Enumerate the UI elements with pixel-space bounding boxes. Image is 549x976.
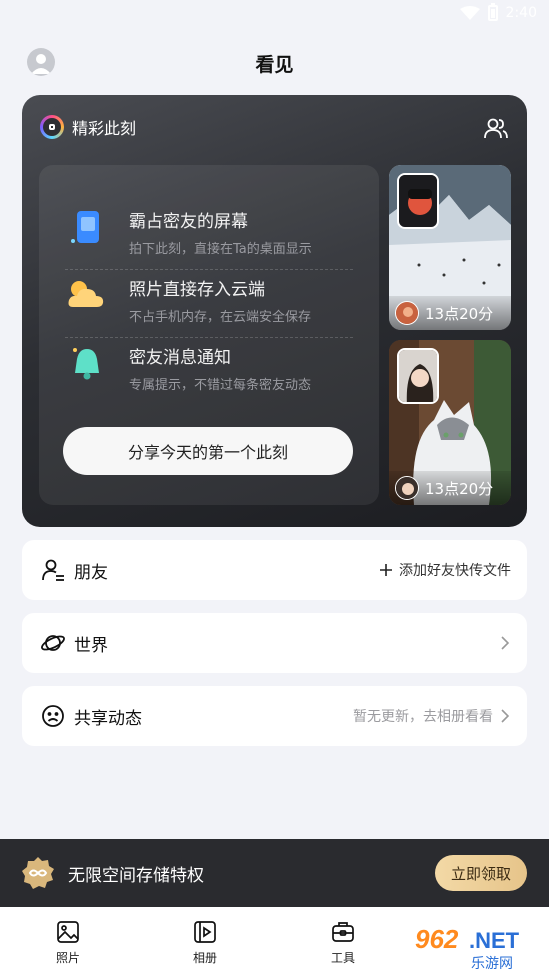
friend-icon bbox=[42, 559, 64, 581]
nav-album-label: 相册 bbox=[192, 951, 217, 965]
svg-text:乐游网: 乐游网 bbox=[471, 956, 513, 972]
chevron-right-icon bbox=[501, 709, 510, 723]
face-icon bbox=[42, 705, 64, 727]
friends-title: 朋友 bbox=[74, 562, 108, 583]
sender-avatar bbox=[395, 301, 419, 325]
phone-icon bbox=[71, 211, 99, 243]
shared-activity-hint: 暂无更新，去相册看看 bbox=[353, 709, 493, 725]
page-title: 看见 bbox=[255, 54, 294, 76]
planet-icon bbox=[41, 635, 65, 651]
feature-title: 密友消息通知 bbox=[129, 348, 231, 368]
friend-thumbnail bbox=[397, 173, 439, 229]
share-moment-button[interactable]: 分享今天的第一个此刻 bbox=[63, 427, 353, 475]
feature-title: 霸占密友的屏幕 bbox=[129, 212, 248, 232]
friends-icon[interactable] bbox=[483, 115, 509, 141]
status-time: 2:40 bbox=[505, 5, 537, 21]
infinity-badge-icon bbox=[22, 857, 54, 889]
status-icons: 2:40 bbox=[459, 3, 537, 21]
photo-icon bbox=[57, 921, 79, 943]
chevron-right-icon bbox=[501, 636, 510, 650]
moments-brand: 精彩此刻 bbox=[40, 115, 136, 139]
site-watermark-logo: 962 .NET 乐游网 bbox=[415, 924, 520, 972]
svg-text:962: 962 bbox=[415, 924, 459, 954]
moments-logo-icon bbox=[40, 115, 64, 139]
wifi-icon bbox=[459, 6, 480, 20]
promo-text: 无限空间存储特权 bbox=[68, 865, 204, 886]
plus-icon bbox=[380, 564, 392, 576]
feature-desc: 拍下此刻，直接在Ta的桌面显示 bbox=[129, 242, 312, 257]
moments-brand-label: 精彩此刻 bbox=[72, 119, 137, 138]
nav-tools-label: 工具 bbox=[330, 951, 355, 965]
nav-album[interactable]: 相册 bbox=[175, 919, 235, 966]
friend-thumbnail bbox=[397, 348, 439, 404]
feature-desc: 专属提示，不错过每条密友动态 bbox=[129, 378, 312, 393]
status-bar: 2:40 bbox=[0, 0, 549, 30]
feature-desc: 不占手机内存，在云端安全保存 bbox=[129, 310, 312, 325]
feature-item: 霸占密友的屏幕 拍下此刻，直接在Ta的桌面显示 bbox=[65, 201, 353, 265]
nav-photos-label: 照片 bbox=[55, 951, 80, 965]
svg-text:.NET: .NET bbox=[469, 928, 520, 953]
world-title: 世界 bbox=[74, 635, 108, 656]
nav-tools[interactable]: 工具 bbox=[313, 919, 373, 966]
feature-item: 照片直接存入云端 不占手机内存，在云端安全保存 bbox=[65, 269, 353, 333]
claim-button[interactable]: 立即领取 bbox=[435, 855, 527, 891]
add-friend-action[interactable]: 添加好友快传文件 bbox=[379, 560, 511, 580]
storage-promo-banner: 无限空间存储特权 立即领取 bbox=[0, 839, 549, 907]
cloud-icon bbox=[68, 281, 104, 307]
photo-time: 13点20分 bbox=[425, 479, 494, 498]
feature-title: 照片直接存入云端 bbox=[129, 280, 265, 300]
bell-icon bbox=[73, 348, 99, 380]
nav-photos[interactable]: 照片 bbox=[38, 919, 98, 966]
toolbox-icon bbox=[332, 922, 354, 942]
photo-time: 13点20分 bbox=[425, 304, 494, 323]
add-friend-label: 添加好友快传文件 bbox=[399, 563, 511, 579]
friends-row[interactable]: 朋友 添加好友快传文件 bbox=[22, 540, 527, 600]
feature-item: 密友消息通知 专属提示，不错过每条密友动态 bbox=[65, 337, 353, 401]
world-row[interactable]: 世界 bbox=[22, 613, 527, 673]
photo-time-bar: 13点20分 bbox=[389, 471, 511, 505]
photo-card[interactable]: 13点20分 bbox=[389, 165, 511, 330]
photo-time-bar: 13点20分 bbox=[389, 296, 511, 330]
album-icon bbox=[194, 921, 216, 943]
battery-icon bbox=[487, 3, 498, 21]
sender-avatar bbox=[395, 476, 419, 500]
shared-activity-row[interactable]: 共享动态 暂无更新，去相册看看 bbox=[22, 686, 527, 746]
header: 看见 bbox=[0, 40, 549, 84]
photo-card[interactable]: 13点20分 bbox=[389, 340, 511, 505]
shared-activity-hint-wrap: 暂无更新，去相册看看 bbox=[353, 706, 511, 726]
feature-panel: 霸占密友的屏幕 拍下此刻，直接在Ta的桌面显示 照片直接存入云端 不占手机内存，… bbox=[39, 165, 379, 505]
world-chevron bbox=[499, 636, 511, 650]
shared-activity-title: 共享动态 bbox=[74, 708, 142, 729]
moments-card: 精彩此刻 霸占密友的屏幕 拍下此刻，直接在Ta的桌面显示 照片直接存入云端 不占… bbox=[22, 95, 527, 527]
